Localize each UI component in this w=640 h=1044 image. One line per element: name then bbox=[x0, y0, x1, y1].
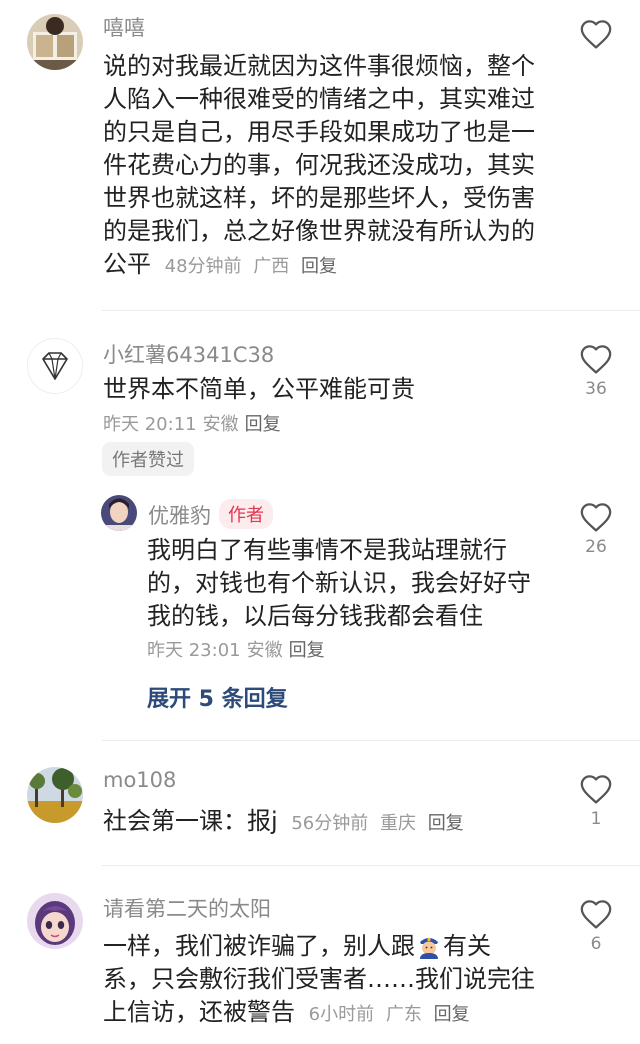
comment-location: 重庆 bbox=[379, 813, 416, 834]
comment-time: 56分钟前 bbox=[291, 813, 369, 834]
comment-time: 48分钟前 bbox=[164, 256, 242, 277]
comment-location: 广西 bbox=[253, 256, 290, 277]
comment-text-part1: 一样，我们被诈骗了，别人跟 bbox=[103, 932, 415, 960]
avatar[interactable] bbox=[27, 14, 83, 70]
like-count: 1 bbox=[590, 809, 602, 829]
reply-username-text[interactable]: 优雅豹 bbox=[148, 504, 211, 528]
reply-username: 优雅豹 作者 bbox=[148, 499, 273, 530]
like-button[interactable]: 1 bbox=[576, 773, 616, 829]
like-count: 6 bbox=[590, 934, 602, 954]
reply-location: 安徽 bbox=[246, 640, 283, 661]
comment-username[interactable]: 请看第二天的太阳 bbox=[103, 893, 271, 923]
comment-4: 请看第二天的太阳 一样，我们被诈骗了，别人跟 有关系，只会敷衍我们受害者……我们… bbox=[0, 866, 640, 1044]
avatar[interactable] bbox=[101, 495, 137, 531]
like-button[interactable]: 6 bbox=[576, 898, 616, 954]
reply-button[interactable]: 回复 bbox=[428, 813, 464, 834]
heart-outline-icon bbox=[580, 345, 612, 374]
avatar[interactable] bbox=[27, 767, 83, 823]
comment-text: 说的对我最近就因为这件事很烦恼，整个人陷入一种很难受的情绪之中，其实难过的只是自… bbox=[103, 50, 535, 283]
comment-meta: 6小时前 广东 回复 bbox=[303, 1004, 470, 1025]
heart-outline-icon bbox=[580, 775, 612, 804]
comment-2: 小红薯64341C38 世界本不简单，公平难能可贵 昨天 20:11 安徽 回复 作… bbox=[0, 311, 640, 741]
diamond-icon bbox=[42, 352, 68, 381]
comment-text-content: 社会第一课：报j bbox=[103, 807, 278, 835]
like-count: 26 bbox=[585, 537, 607, 557]
reply-text: 我明白了有些事情不是我站理就行的，对钱也有个新认识，我会好好守我的钱，以后每分钱… bbox=[147, 536, 531, 630]
comment-meta: 48分钟前 广西 回复 bbox=[159, 256, 337, 277]
comment-meta: 昨天 20:11 安徽 回复 bbox=[103, 410, 287, 436]
reply-meta: 昨天 23:01 安徽 回复 bbox=[147, 636, 331, 662]
reply-time: 昨天 23:01 bbox=[147, 640, 241, 661]
comment-text: 一样，我们被诈骗了，别人跟 有关系，只会敷衍我们受害者……我们说完往上信访，还被… bbox=[103, 930, 535, 1031]
comment-location: 安徽 bbox=[202, 414, 239, 435]
comment-location: 广东 bbox=[385, 1004, 422, 1025]
comment-meta: 56分钟前 重庆 回复 bbox=[285, 813, 463, 834]
reply-button[interactable]: 回复 bbox=[301, 256, 337, 277]
expand-replies-button[interactable]: 展开 5 条回复 bbox=[147, 681, 288, 713]
comment-text-content: 说的对我最近就因为这件事很烦恼，整个人陷入一种很难受的情绪之中，其实难过的只是自… bbox=[103, 52, 535, 278]
like-button[interactable]: 36 bbox=[576, 343, 616, 399]
comment-username[interactable]: 嘻嘻 bbox=[103, 12, 145, 42]
reply-button[interactable]: 回复 bbox=[289, 640, 325, 661]
comment-username[interactable]: mo108 bbox=[103, 768, 176, 792]
comment-1: 嘻嘻 说的对我最近就因为这件事很烦恼，整个人陷入一种很难受的情绪之中，其实难过的… bbox=[0, 0, 640, 310]
comment-text: 世界本不简单，公平难能可贵 bbox=[103, 375, 415, 403]
author-badge: 作者 bbox=[219, 499, 273, 529]
reply-button[interactable]: 回复 bbox=[434, 1004, 470, 1025]
police-officer-emoji bbox=[417, 933, 441, 959]
comment-3: mo108 社会第一课：报j 56分钟前 重庆 回复 1 bbox=[0, 741, 640, 865]
author-liked-badge: 作者赞过 bbox=[102, 442, 194, 476]
like-count: 36 bbox=[585, 379, 607, 399]
like-button[interactable] bbox=[576, 18, 616, 50]
comment-text: 社会第一课：报j 56分钟前 重庆 回复 bbox=[103, 805, 543, 840]
heart-outline-icon bbox=[580, 900, 612, 929]
avatar[interactable] bbox=[27, 338, 83, 394]
heart-outline-icon bbox=[580, 503, 612, 532]
heart-outline-icon bbox=[580, 20, 612, 49]
like-button[interactable]: 26 bbox=[576, 501, 616, 557]
comment-time: 昨天 20:11 bbox=[103, 414, 197, 435]
avatar[interactable] bbox=[27, 893, 83, 949]
comment-time: 6小时前 bbox=[308, 1004, 375, 1025]
reply-button[interactable]: 回复 bbox=[245, 414, 281, 435]
comment-username[interactable]: 小红薯64341C38 bbox=[103, 339, 274, 369]
